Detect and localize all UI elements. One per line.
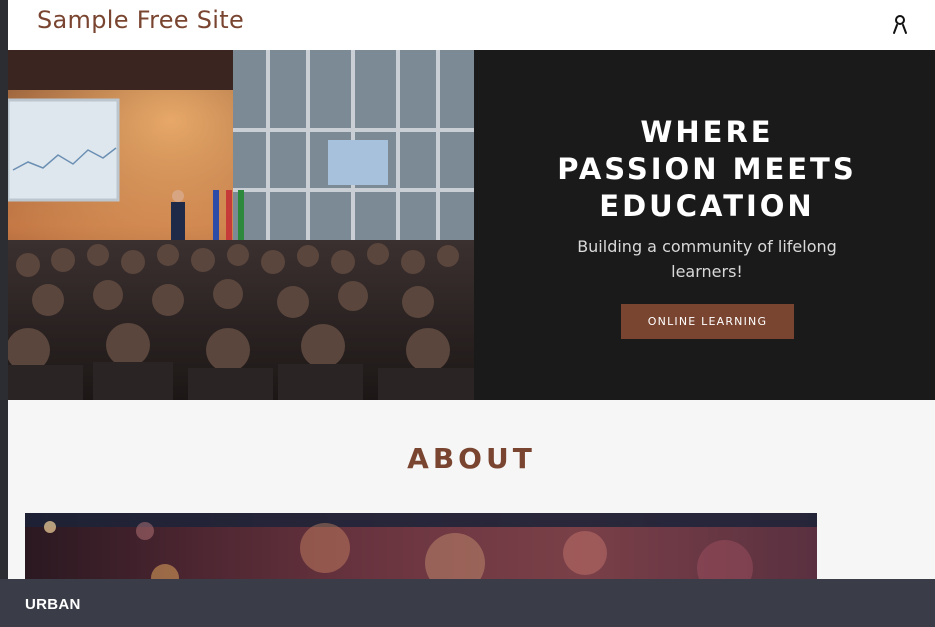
hero-section: WHERE PASSION MEETS EDUCATION Building a… (8, 50, 935, 400)
window-left-edge (0, 0, 8, 627)
site-title[interactable]: Sample Free Site (37, 6, 244, 34)
hero-text-panel: WHERE PASSION MEETS EDUCATION Building a… (474, 50, 935, 400)
account-button[interactable] (889, 12, 911, 36)
hero-heading-line-1: WHERE (640, 115, 774, 149)
about-heading: ABOUT (407, 442, 536, 475)
hero-heading-line-2: PASSION MEETS (557, 152, 857, 186)
website-page: Sample Free Site WHERE PASSION MEETS EDU… (8, 0, 935, 627)
site-header: Sample Free Site (8, 0, 935, 50)
hero-heading-line-3: EDUCATION (599, 189, 815, 223)
footer-bar (0, 579, 935, 627)
footer-brand[interactable]: URBAN (25, 596, 81, 613)
hero-heading: WHERE PASSION MEETS EDUCATION (474, 114, 935, 225)
online-learning-button[interactable]: ONLINE LEARNING (621, 304, 794, 339)
hero-image (8, 50, 474, 400)
user-account-icon (893, 15, 907, 34)
hero-subtitle: Building a community of lifelong learner… (577, 237, 837, 281)
